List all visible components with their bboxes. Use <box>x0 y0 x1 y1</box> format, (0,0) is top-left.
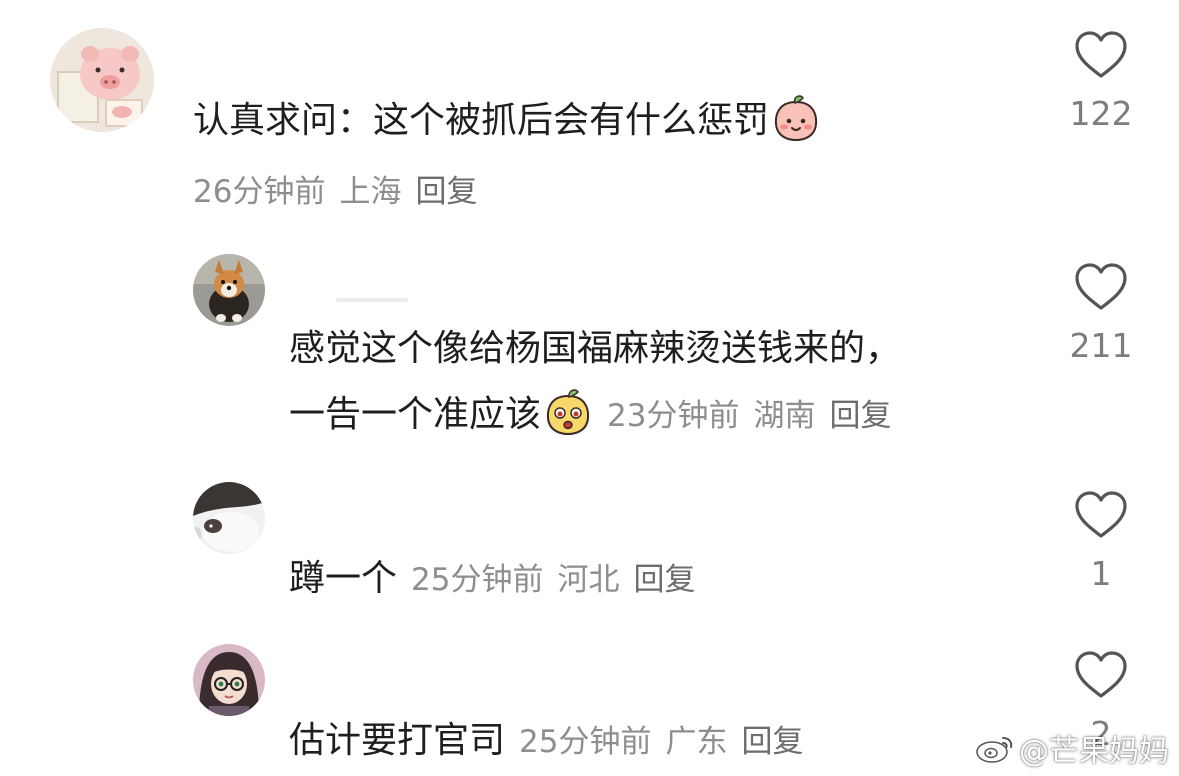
username-placeholder <box>336 298 408 302</box>
reply-comment-item: 蹲一个 25分钟前 河北 回复 1 <box>0 470 1179 630</box>
like-button[interactable]: 1 <box>1046 490 1156 593</box>
heart-outline-icon <box>1075 651 1127 698</box>
comment-text: 蹲一个 25分钟前 河北 回复 <box>289 558 696 599</box>
comment-meta: 23分钟前 湖南 回复 <box>607 398 891 434</box>
avatar[interactable] <box>193 254 265 326</box>
comment-time: 26分钟前 <box>193 174 326 210</box>
avatar[interactable] <box>193 482 265 554</box>
comment-location: 上海 <box>339 174 402 210</box>
blush-peach-emoji-icon <box>774 95 818 142</box>
cat-avatar-icon <box>193 482 265 554</box>
like-count: 122 <box>1069 94 1133 133</box>
like-count: 1 <box>1090 554 1112 593</box>
comment-time: 23分钟前 <box>607 398 740 434</box>
watermark-text: @芒果妈妈 <box>1019 734 1169 769</box>
comment-location: 广东 <box>665 724 728 760</box>
heart-outline-icon <box>1075 491 1127 538</box>
reply-button[interactable]: 回复 <box>741 724 803 760</box>
comment-meta: 25分钟前 河北 回复 <box>411 562 695 598</box>
comment-text-line-2: 一告一个准应该 23分钟前 湖南 回复 <box>289 382 891 449</box>
heart-outline-icon <box>1075 263 1127 310</box>
comment-time: 25分钟前 <box>519 724 652 760</box>
avatar[interactable] <box>193 644 265 716</box>
comment-meta: 25分钟前 广东 回复 <box>519 724 803 760</box>
like-button[interactable]: 211 <box>1046 262 1156 365</box>
girl-avatar-icon <box>193 644 265 716</box>
comment-meta: 26分钟前 上海 回复 <box>193 166 477 211</box>
weibo-icon <box>976 737 1013 763</box>
reply-comment-item: 感觉这个像给杨国福麻辣烫送钱来的， 一告一个准应该 23分钟前 湖南 回复 211 <box>0 230 1179 470</box>
comment-location: 河北 <box>557 562 620 598</box>
watermark: @芒果妈妈 <box>975 726 1169 770</box>
like-button[interactable]: 122 <box>1046 30 1156 133</box>
reply-button[interactable]: 回复 <box>633 562 695 598</box>
comment-text: 估计要打官司 25分钟前 广东 回复 <box>289 720 804 761</box>
comment-text-line-1: 感觉这个像给杨国福麻辣烫送钱来的， <box>289 328 902 369</box>
heart-outline-icon <box>1075 31 1127 78</box>
dog-avatar-icon <box>193 254 265 326</box>
pig-avatar-icon <box>50 28 154 132</box>
comment-item: 认真求问：这个被抓后会有什么惩罚 26分钟前 上海 回复 122 <box>0 0 1179 230</box>
avatar[interactable] <box>50 28 154 132</box>
reply-button[interactable]: 回复 <box>829 398 891 434</box>
surprised-mango-emoji-icon <box>546 389 590 436</box>
comment-time: 25分钟前 <box>411 562 544 598</box>
reply-button[interactable]: 回复 <box>415 174 477 210</box>
comment-location: 湖南 <box>753 398 816 434</box>
like-count: 211 <box>1069 326 1133 365</box>
comment-text: 认真求问：这个被抓后会有什么惩罚 <box>193 88 821 154</box>
